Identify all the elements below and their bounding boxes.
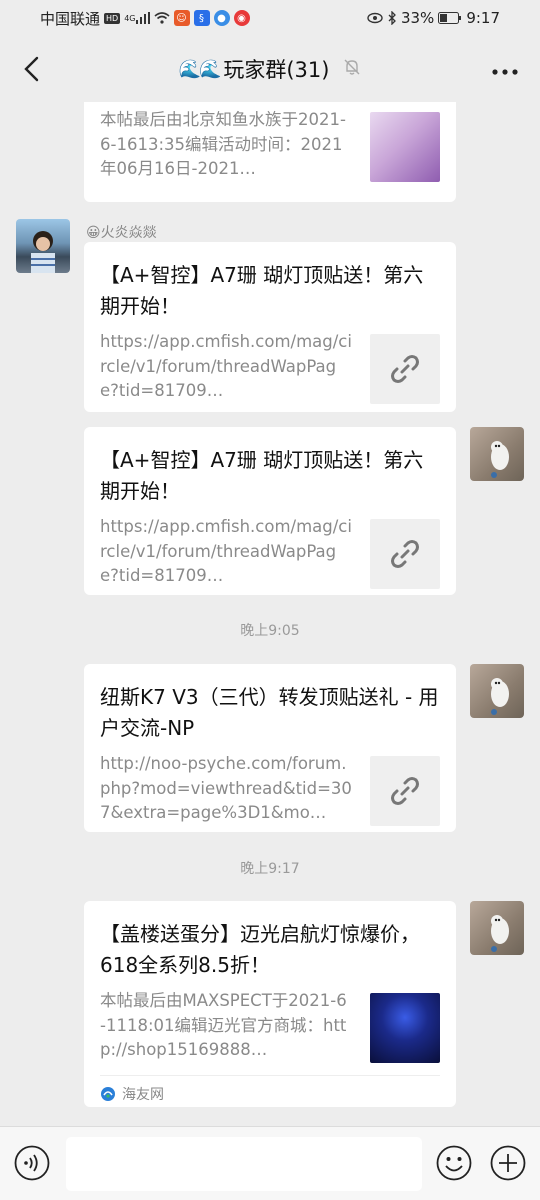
link-card[interactable]: 【盖楼送蛋分】迈光启航灯惊爆价，618全系列8.5折！ 本帖最后由MAXSPEC… <box>84 901 456 1107</box>
card-thumbnail <box>370 519 440 589</box>
card-title: 【A+智控】A7珊 瑚灯顶贴送！第六期开始！ <box>100 448 424 503</box>
avatar[interactable] <box>470 664 524 718</box>
card-title: 【A+智控】A7珊 瑚灯顶贴送！第六期开始！ <box>100 263 424 318</box>
network-label: 4G <box>124 13 136 23</box>
voice-icon <box>14 1145 50 1181</box>
carrier-label: 中国联通 <box>40 9 101 28</box>
plus-button[interactable] <box>490 1145 526 1181</box>
wifi-icon <box>153 12 170 24</box>
link-icon <box>391 540 419 568</box>
bell-off-icon <box>343 57 361 81</box>
more-icon <box>492 69 518 75</box>
card-thumbnail <box>370 334 440 404</box>
battery-icon <box>438 12 462 24</box>
card-thumbnail <box>370 112 440 182</box>
message-input[interactable] <box>66 1137 422 1191</box>
chat-title[interactable]: 🌊🌊 玩家群(31) <box>179 54 362 84</box>
avatar[interactable] <box>16 219 70 273</box>
card-description: 本帖最后由北京知鱼水族于2021-6-1613:35编辑活动时间：2021年06… <box>100 110 346 178</box>
status-left: 中国联通 HD 4G ☺ § ● ◉ <box>40 8 250 29</box>
signal-icon: 4G <box>124 12 150 24</box>
timestamp: 晚上9:17 <box>240 861 300 877</box>
avatar[interactable] <box>470 901 524 955</box>
link-card[interactable]: 本帖最后由北京知鱼水族于2021-6-1613:35编辑活动时间：2021年06… <box>84 102 456 202</box>
card-source: 海友网 <box>100 1075 440 1104</box>
input-bar <box>0 1126 540 1200</box>
hd-badge: HD <box>104 12 121 24</box>
source-logo-icon <box>101 1087 115 1101</box>
app-notification-icon: ● <box>213 10 230 26</box>
more-button[interactable] <box>492 56 518 81</box>
timestamp: 晚上9:05 <box>240 623 300 639</box>
status-bar: 中国联通 HD 4G ☺ § ● ◉ 33% 9:17 <box>0 0 540 36</box>
status-right: 33% 9:17 <box>367 9 500 27</box>
link-icon <box>391 355 419 383</box>
card-title: 纽斯K7 V3（三代）转发顶贴送礼 - 用户交流-NP <box>100 685 439 740</box>
card-description: 本帖最后由MAXSPECT于2021-6-1118:01编辑迈光官方商城：htt… <box>100 991 347 1059</box>
card-description: https://app.cmfish.com/mag/circle/v1/for… <box>100 332 352 400</box>
link-card[interactable]: 纽斯K7 V3（三代）转发顶贴送礼 - 用户交流-NP http://noo-p… <box>84 664 456 832</box>
emoji-button[interactable] <box>436 1145 472 1181</box>
avatar[interactable] <box>470 427 524 481</box>
back-button[interactable] <box>14 52 48 86</box>
voice-button[interactable] <box>14 1145 50 1181</box>
card-description: https://app.cmfish.com/mag/circle/v1/for… <box>100 517 352 585</box>
app-notification-icon: § <box>193 10 210 26</box>
chat-header: 🌊🌊 玩家群(31) <box>0 36 540 102</box>
battery-percent: 33% <box>400 9 435 27</box>
chevron-left-icon <box>24 56 39 82</box>
link-card[interactable]: 【A+智控】A7珊 瑚灯顶贴送！第六期开始！ https://app.cmfis… <box>84 427 456 595</box>
card-source-label: 海友网 <box>122 1087 164 1103</box>
sender-name: 😀火炎焱燚 <box>86 225 157 241</box>
app-notification-icon: ☺ <box>173 10 190 26</box>
card-description: http://noo-psyche.com/forum.php?mod=view… <box>100 754 352 822</box>
link-card[interactable]: 【A+智控】A7珊 瑚灯顶贴送！第六期开始！ https://app.cmfis… <box>84 242 456 412</box>
bluetooth-icon <box>387 11 397 25</box>
emoji-icon <box>436 1145 472 1181</box>
card-thumbnail <box>370 756 440 826</box>
wave-emoji-icon: 🌊🌊 <box>178 58 222 80</box>
clock: 9:17 <box>466 9 500 27</box>
chat-title-text: 玩家群(31) <box>223 58 330 82</box>
link-icon <box>391 777 419 805</box>
eye-icon <box>367 12 383 24</box>
message-list[interactable]: 本帖最后由北京知鱼水族于2021-6-1613:35编辑活动时间：2021年06… <box>0 102 540 1126</box>
card-title: 【盖楼送蛋分】迈光启航灯惊爆价，618全系列8.5折！ <box>100 922 420 977</box>
card-thumbnail <box>370 993 440 1063</box>
weibo-icon: ◉ <box>233 10 250 26</box>
plus-icon <box>490 1145 526 1181</box>
